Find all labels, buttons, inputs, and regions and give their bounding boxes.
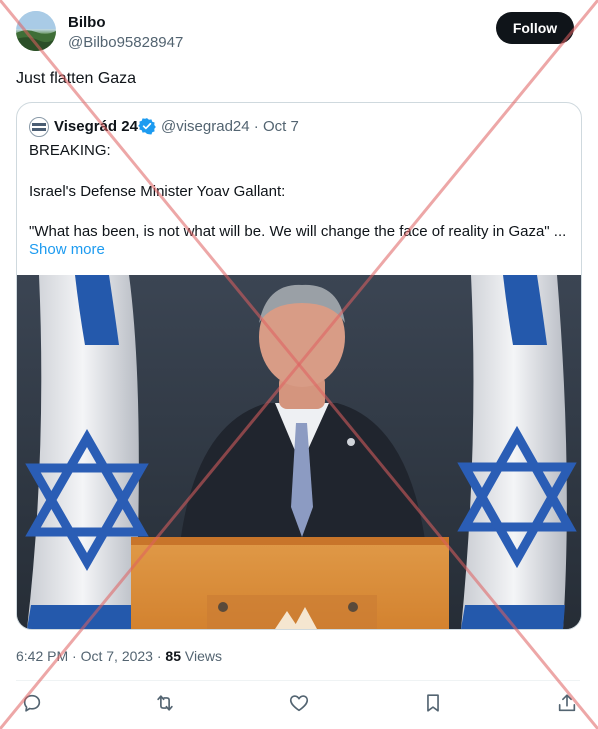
timestamp-text[interactable]: 6:42 PM · Oct 7, 2023 · [16,648,165,664]
author-name[interactable]: Bilbo [68,14,106,31]
follow-button[interactable]: Follow [496,12,574,44]
reply-icon [23,694,41,712]
quote-line-breaking: BREAKING: [29,142,111,159]
tweet: Bilbo @Bilbo95828947 Follow Just flatten… [0,0,598,729]
quote-media-image[interactable] [17,275,581,629]
like-button[interactable] [288,692,314,718]
like-icon [289,695,309,712]
views-label: Views [180,648,222,664]
bookmark-icon [427,694,439,712]
tweet-timestamp[interactable]: 6:42 PM · Oct 7, 2023 · 85 Views [16,648,222,664]
author-handle[interactable]: @Bilbo95828947 [68,34,183,51]
views-count: 85 [165,648,181,664]
press-conference-photo [17,275,581,629]
quote-line-minister: Israel's Defense Minister Yoav Gallant: [29,183,286,200]
divider [16,680,580,681]
quote-avatar[interactable] [29,117,49,137]
reply-button[interactable] [21,692,47,718]
share-icon [558,694,576,712]
quote-handle-date[interactable]: @visegrad24 · Oct 7 [161,118,299,135]
show-more-link[interactable]: Show more [29,241,105,258]
avatar[interactable] [16,11,56,51]
quoted-tweet[interactable]: Visegrád 24 @visegrad24 · Oct 7 BREAKING… [16,102,582,630]
bookmark-button[interactable] [422,692,448,718]
retweet-button[interactable] [154,692,180,718]
quote-author-name[interactable]: Visegrád 24 [54,118,138,135]
retweet-icon [157,695,173,711]
tweet-text: Just flatten Gaza [16,70,137,87]
quote-line-statement: "What has been, is not what will be. We … [29,223,567,240]
verified-badge-icon [138,118,156,135]
share-button[interactable] [556,692,582,718]
